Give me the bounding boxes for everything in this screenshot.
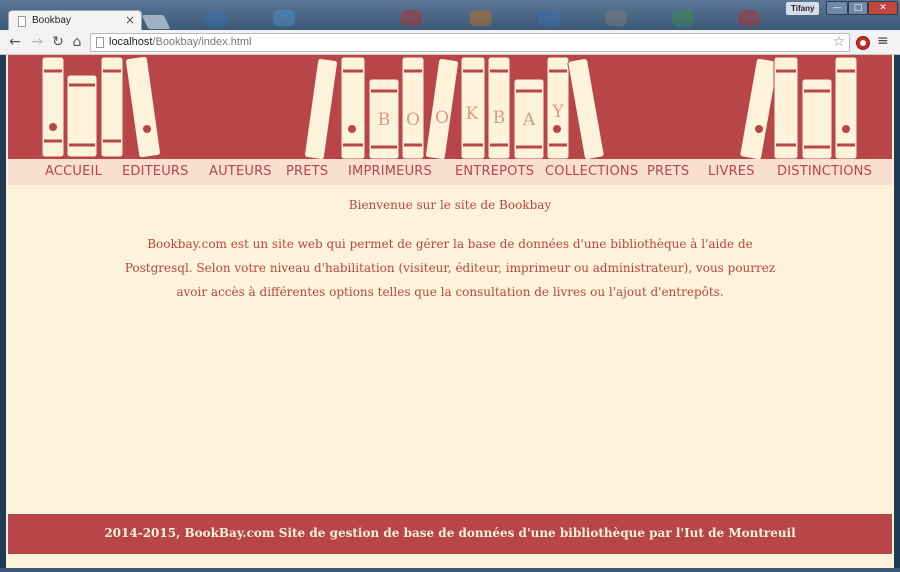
logo-letter: K	[466, 104, 479, 124]
maximize-button[interactable]: □	[848, 1, 868, 15]
user-badge[interactable]: Tifany	[786, 2, 820, 15]
page-icon	[96, 37, 104, 48]
nav-auteurs[interactable]: AUTEURS	[209, 164, 272, 179]
nav-collections[interactable]: COLLECTIONS	[545, 164, 638, 179]
reload-icon[interactable]: ↻	[49, 34, 67, 50]
site-banner: BOOKBAY	[8, 55, 892, 159]
url-text[interactable]: localhost/Bookbay/index.html	[109, 36, 251, 48]
nav-accueil[interactable]: ACCUEIL	[45, 164, 102, 179]
taskbar-icon	[470, 10, 492, 26]
nav-distinctions[interactable]: DISTINCTIONS	[777, 164, 872, 179]
browser-toolbar: ← → ↻ ⌂ localhost/Bookbay/index.html ☆ ≡	[0, 30, 900, 55]
logo-letter: A	[522, 110, 536, 130]
nav-livres[interactable]: LIVRES	[708, 164, 755, 179]
nav-prets[interactable]: PRETS	[647, 164, 689, 179]
site-footer: 2014-2015, BookBay.com Site de gestion d…	[8, 514, 892, 554]
page-viewport: BOOKBAY ACCUEIL EDITEURS AUTEURS PRETS I…	[6, 55, 894, 568]
new-tab-button[interactable]	[141, 15, 171, 29]
nav-entrepots[interactable]: ENTREPOTS	[455, 164, 534, 179]
welcome-heading: Bienvenue sur le site de Bookbay	[348, 198, 552, 212]
window-titlebar: Bookbay × Tifany — □ ✕	[0, 0, 900, 32]
url-path: /Bookbay/index.html	[152, 36, 252, 48]
main-nav: ACCUEIL EDITEURS AUTEURS PRETS IMPRIMEUR…	[8, 159, 892, 185]
close-window-button[interactable]: ✕	[868, 1, 898, 15]
page-icon	[18, 16, 26, 27]
nav-imprimeurs[interactable]: IMPRIMEURS	[348, 164, 432, 179]
nav-prets[interactable]: PRETS	[286, 164, 328, 179]
tab-close-icon[interactable]: ×	[125, 13, 135, 27]
logo-letter: O	[406, 110, 420, 130]
tab-title: Bookbay	[32, 15, 71, 26]
intro-paragraph: Bookbay.com est un site web qui permet d…	[124, 237, 776, 299]
taskbar-icon	[605, 10, 627, 26]
forward-icon[interactable]: →	[28, 34, 46, 50]
window-frame-bottom	[0, 568, 900, 572]
taskbar-icon	[205, 10, 227, 26]
browser-tab[interactable]: Bookbay ×	[8, 10, 142, 32]
minimize-button[interactable]: —	[826, 1, 848, 15]
home-icon[interactable]: ⌂	[68, 34, 86, 50]
taskbar-icon	[738, 10, 760, 26]
extension-icon[interactable]	[856, 36, 870, 50]
bookshelf-illustration: BOOKBAY	[41, 55, 858, 159]
address-bar[interactable]: localhost/Bookbay/index.html ☆	[90, 33, 850, 52]
footer-text: 2014-2015, BookBay.com Site de gestion d…	[104, 526, 796, 540]
taskbar-icon	[538, 10, 560, 26]
back-icon[interactable]: ←	[6, 34, 24, 50]
nav-editeurs[interactable]: EDITEURS	[122, 164, 189, 179]
url-host: localhost	[109, 36, 153, 48]
logo-letter: B	[378, 110, 391, 130]
logo-letter: B	[493, 108, 506, 128]
taskbar-icon	[672, 10, 694, 26]
bookmark-star-icon[interactable]: ☆	[832, 34, 845, 50]
logo-letter: Y	[551, 102, 564, 122]
menu-icon[interactable]: ≡	[877, 33, 889, 49]
taskbar-icon	[273, 10, 295, 26]
taskbar-icon	[400, 10, 422, 26]
logo-letter: O	[435, 108, 449, 128]
